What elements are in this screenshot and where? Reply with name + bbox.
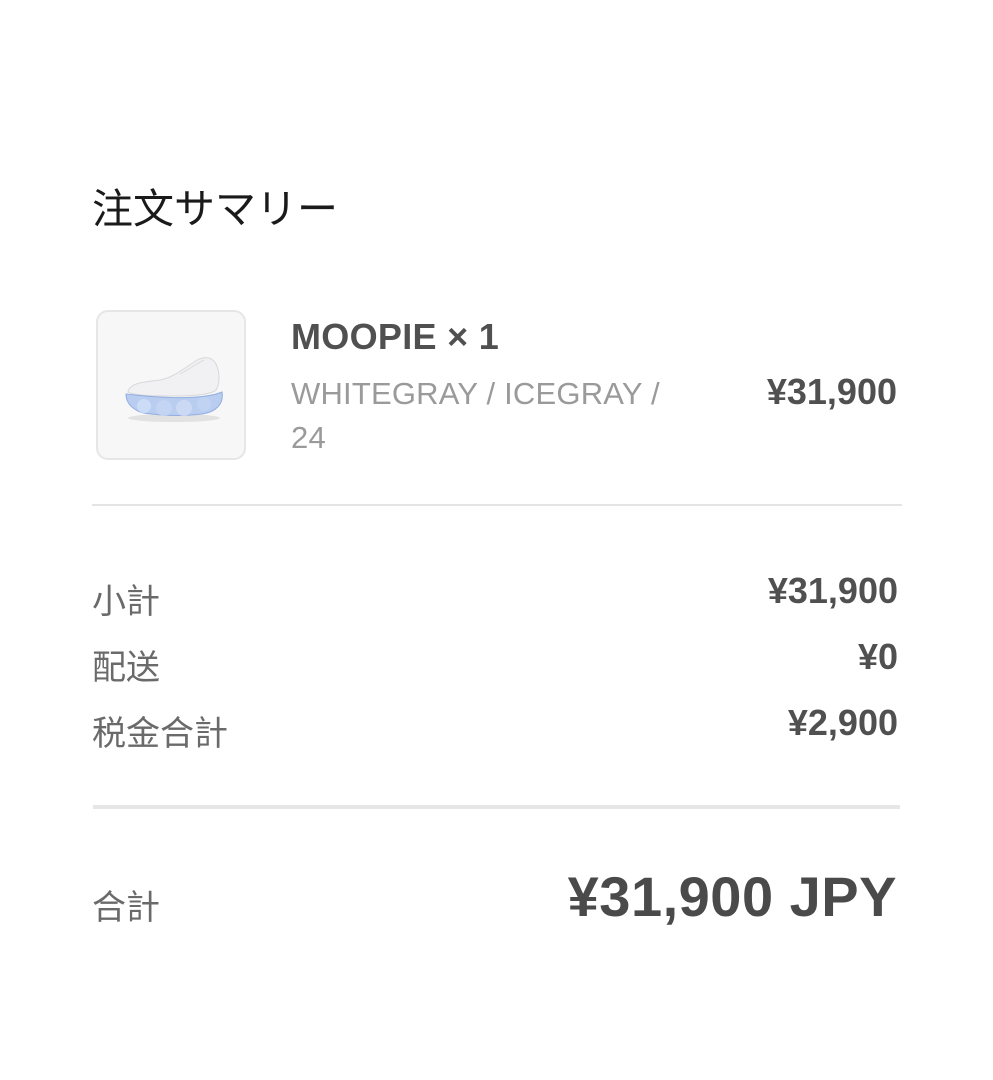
- subtotal-value: ¥31,900: [767, 570, 898, 611]
- tax-row: 税金合計 ¥2,900: [92, 702, 898, 756]
- divider: [93, 805, 900, 809]
- shipping-row: 配送 ¥0: [92, 636, 898, 690]
- divider: [92, 504, 902, 506]
- product-variant: WHITEGRAY / ICEGRAY / 24: [291, 376, 660, 455]
- tax-value: ¥2,900: [787, 702, 898, 743]
- subtotal-row: 小計 ¥31,900: [92, 570, 898, 624]
- shipping-label: 配送: [92, 649, 160, 687]
- total-label: 合計: [92, 889, 160, 927]
- subtotal-label: 小計: [92, 583, 160, 621]
- total-value: ¥31,900 JPY: [567, 865, 897, 928]
- order-summary-title: 注文サマリー: [92, 186, 338, 232]
- order-summary: 注文サマリー MOOPIE × 1 WHITEGRAY / ICEGRAY / …: [0, 0, 993, 1080]
- product-name: MOOPIE × 1: [291, 316, 500, 357]
- tax-label: 税金合計: [92, 715, 228, 753]
- product-thumbnail: [96, 310, 246, 460]
- shipping-value: ¥0: [857, 636, 898, 677]
- product-price: ¥31,900: [766, 371, 897, 412]
- sneaker-thumbnail-image: [125, 357, 223, 422]
